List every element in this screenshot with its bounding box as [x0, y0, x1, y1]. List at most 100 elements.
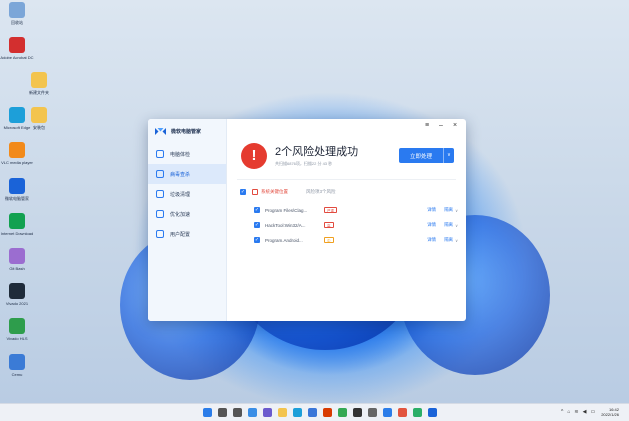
desktop-icon[interactable]: Vivado HLS: [0, 318, 34, 341]
app-brand: 微软电脑管家: [148, 124, 226, 138]
explorer-icon[interactable]: [278, 408, 287, 417]
group-label: 系统关键位置: [261, 189, 288, 194]
risk-checkbox[interactable]: ✓: [254, 222, 260, 228]
sidebar: 微软电脑管家 电脑体检病毒查杀垃圾清理优化加速用户配置: [148, 119, 227, 321]
risk-level-badge: 中: [324, 237, 334, 243]
broom-icon: [156, 190, 164, 198]
taskview-icon[interactable]: [233, 408, 242, 417]
sidebar-item[interactable]: 优化加速: [148, 204, 226, 224]
start-icon[interactable]: [203, 408, 212, 417]
folder-icon: [31, 107, 47, 123]
risk-handle-link[interactable]: 隔离: [444, 237, 453, 243]
desktop-icon[interactable]: Internet Download: [0, 213, 34, 236]
desktop-icon[interactable]: 新建文件夹: [22, 72, 56, 95]
office-icon[interactable]: [323, 408, 332, 417]
paint-icon[interactable]: [398, 408, 407, 417]
wechat-icon[interactable]: [413, 408, 422, 417]
main-panel: ≡ – × ! 2个风险处理成功 共扫描6876项，扫描22 分 43 秒 立即…: [227, 119, 466, 321]
risk-item: ✓ HackTool:Win32/A... 高 详情 隔离 ∨: [254, 219, 458, 231]
risk-item: ✓ Program.Android... 中 详情 隔离 ∨: [254, 234, 458, 246]
desktop-icon-label: Adobe Acrobat DC: [0, 55, 34, 60]
store-icon[interactable]: [308, 408, 317, 417]
sidebar-item[interactable]: 电脑体检: [148, 144, 226, 164]
risk-handle-link[interactable]: 隔离: [444, 207, 453, 213]
desktop-icon[interactable]: Git Bash: [0, 248, 34, 271]
desktop-icon[interactable]: VLC media player: [0, 142, 34, 165]
chevron-down-icon[interactable]: ∨: [455, 238, 458, 243]
chevron-down-icon[interactable]: ∨: [455, 208, 458, 213]
sidebar-item[interactable]: 用户配置: [148, 224, 226, 244]
hls-icon: [9, 318, 25, 334]
terminal-icon[interactable]: [353, 408, 362, 417]
wifi-icon[interactable]: ≋: [574, 409, 578, 415]
alert-icon: !: [241, 143, 267, 169]
app-name: 微软电脑管家: [171, 128, 202, 135]
pc-manager-icon[interactable]: [428, 408, 437, 417]
desktop-icon-label: 回收站: [11, 20, 23, 25]
clock-date: 2022/1/26: [601, 412, 619, 417]
tray-overflow-icon[interactable]: ^: [561, 409, 563, 415]
search-icon[interactable]: [218, 408, 227, 417]
sidebar-item-label: 优化加速: [170, 211, 191, 218]
sidebar-item[interactable]: 垃圾清理: [148, 184, 226, 204]
photos-icon[interactable]: [383, 408, 392, 417]
desktop-icon-label: Git Bash: [9, 266, 25, 271]
desktop-icon[interactable]: 回收站: [0, 2, 34, 25]
desktop-icon-label: 新建文件夹: [29, 90, 49, 95]
desktop-icon[interactable]: Cemu: [0, 354, 34, 377]
status-subtitle: 共扫描6876项，扫描22 分 43 秒: [275, 160, 333, 166]
sidebar-item-label: 病毒查杀: [170, 171, 191, 178]
risk-detail-link[interactable]: 详情: [427, 207, 436, 213]
risk-level-badge: 严重: [324, 207, 337, 213]
desktop-icon[interactable]: 微软电脑管家: [0, 178, 34, 201]
divider: [237, 179, 456, 180]
risk-name: HackTool:Win32/A...: [265, 222, 306, 228]
settings-icon[interactable]: [368, 408, 377, 417]
desktop-icon-label: 微软电脑管家: [5, 196, 29, 201]
group-count: 风险项3个风险: [306, 189, 336, 194]
shield-icon: [156, 170, 164, 178]
vivado-icon: [9, 283, 25, 299]
taskbar-apps: [203, 408, 443, 417]
network-icon[interactable]: ⌂: [567, 409, 570, 415]
clock[interactable]: 16:42 2022/1/26: [601, 407, 619, 417]
desktop-icon-label: Vivado 2021: [5, 301, 29, 306]
minimize-button[interactable]: –: [434, 121, 448, 131]
risk-handle-link[interactable]: 隔离: [444, 222, 453, 228]
chat-icon[interactable]: [263, 408, 272, 417]
risk-detail-link[interactable]: 详情: [427, 237, 436, 243]
vlc-icon: [9, 142, 25, 158]
menu-icon[interactable]: ≡: [420, 121, 434, 131]
folder-icon: [31, 72, 47, 88]
chrome-icon[interactable]: [338, 408, 347, 417]
sidebar-item-label: 电脑体检: [170, 151, 191, 158]
desktop-icon-label: Vivado HLS: [6, 336, 28, 341]
desktop-icon[interactable]: 安装包: [22, 107, 56, 130]
desktop-icon[interactable]: Vivado 2021: [0, 283, 34, 306]
sidebar-item-label: 用户配置: [170, 231, 191, 238]
desktop-icon-label: 安装包: [33, 125, 45, 130]
group-checkbox[interactable]: ✓: [240, 189, 246, 195]
edge-icon[interactable]: [293, 408, 302, 417]
risk-checkbox[interactable]: ✓: [254, 237, 260, 243]
widgets-icon[interactable]: [248, 408, 257, 417]
risk-name: Program.Android...: [265, 237, 303, 243]
git-bash-icon: [9, 248, 25, 264]
system-tray: ^ ⌂ ≋ ◀ ▭ 16:42 2022/1/26: [557, 407, 619, 417]
warning-flag-icon: [252, 189, 258, 195]
sidebar-item[interactable]: 病毒查杀: [148, 164, 226, 184]
chevron-down-icon[interactable]: ∨: [455, 223, 458, 228]
status-title: 2个风险处理成功: [275, 145, 359, 158]
battery-icon[interactable]: ▭: [590, 409, 595, 415]
risk-detail-link[interactable]: 详情: [427, 222, 436, 228]
volume-icon[interactable]: ◀: [583, 409, 587, 415]
chevron-down-icon[interactable]: ∨: [443, 148, 454, 163]
desktop-icon[interactable]: Adobe Acrobat DC: [0, 37, 34, 60]
close-button[interactable]: ×: [448, 121, 462, 131]
rocket-icon: [156, 210, 164, 218]
risk-name: Program Files\Clag...: [265, 207, 308, 213]
handle-now-label: 立即处理: [409, 153, 432, 160]
handle-now-button[interactable]: 立即处理 ∨: [399, 148, 454, 163]
download-icon: [9, 213, 25, 229]
risk-checkbox[interactable]: ✓: [254, 207, 260, 213]
